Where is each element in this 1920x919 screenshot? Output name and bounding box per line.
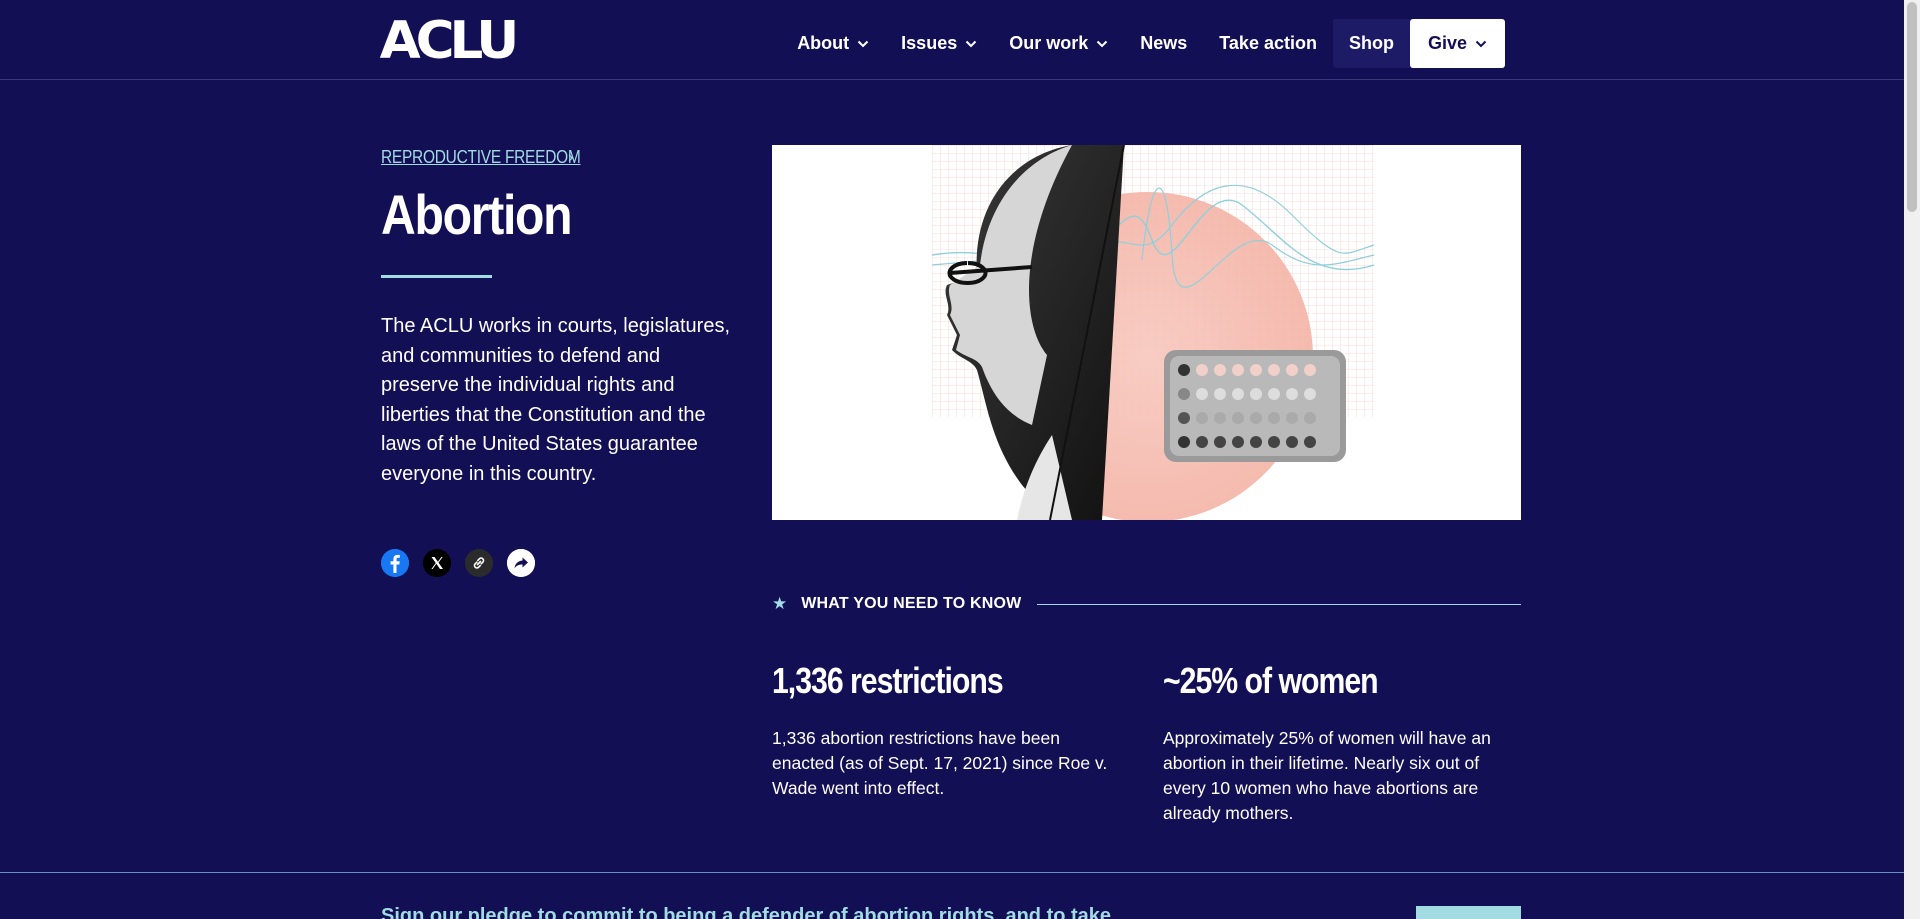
page-scrollbar[interactable] (1904, 0, 1920, 919)
main-nav: About Issues Our work News Take action S… (781, 19, 1505, 68)
nav-our-work[interactable]: Our work (993, 19, 1124, 68)
nav-take-action[interactable]: Take action (1203, 19, 1333, 68)
intro-text: The ACLU works in courts, legislatures, … (381, 315, 731, 485)
chevron-down-icon (857, 40, 869, 48)
nav-issues-label: Issues (901, 33, 958, 53)
stat-body: Approximately 25% of women will have an … (1163, 728, 1491, 823)
know-divider (1037, 603, 1521, 605)
nav-about-label: About (797, 33, 850, 53)
nav-issues[interactable]: Issues (885, 19, 993, 68)
x-twitter-icon[interactable] (423, 549, 451, 577)
stat-card-women: ~25% of women Approximately 25% of women… (1163, 658, 1518, 826)
star-icon: ★ (772, 594, 788, 613)
scrollbar-thumb[interactable] (1907, 2, 1917, 212)
section-divider (0, 872, 1904, 873)
facebook-icon[interactable] (381, 549, 409, 577)
stat-headline: ~25% of women (1163, 660, 1379, 701)
chevron-down-icon (1096, 40, 1108, 48)
what-you-need-to-know-heading: ★ WHAT YOU NEED TO KNOW (772, 592, 1521, 616)
share-buttons (381, 549, 535, 577)
give-button[interactable]: Give (1409, 19, 1505, 68)
stat-headline: 1,336 restrictions (772, 660, 1004, 701)
link-icon[interactable] (465, 549, 493, 577)
chevron-down-icon (965, 40, 977, 48)
breadcrumb-link-reproductive-freedom[interactable]: REPRODUCTIVE FREEDOM (381, 147, 581, 168)
pledge-button[interactable] (1416, 906, 1521, 919)
give-label: Give (1427, 33, 1467, 53)
nav-about[interactable]: About (781, 19, 885, 68)
pledge-text[interactable]: Sign our pledge to commit to being a def… (381, 905, 1111, 919)
site-header: ACLU About Issues Our work News Take act… (0, 0, 1904, 80)
nav-shop[interactable]: Shop (1332, 19, 1410, 68)
page-title: Abortion (381, 183, 573, 246)
stat-card-restrictions: 1,336 restrictions 1,336 abortion restri… (772, 658, 1127, 801)
share-arrow-icon[interactable] (507, 549, 535, 577)
breadcrumb: REPRODUCTIVE FREEDOM › (381, 147, 581, 168)
stat-body: 1,336 abortion restrictions have been en… (772, 728, 1108, 798)
nav-news[interactable]: News (1124, 19, 1203, 68)
title-divider (381, 275, 492, 278)
know-label: WHAT YOU NEED TO KNOW (801, 595, 1022, 612)
chevron-down-icon (1475, 40, 1487, 48)
nav-our-work-label: Our work (1009, 33, 1089, 53)
hero-image (772, 145, 1521, 520)
aclu-logo[interactable]: ACLU (380, 15, 520, 67)
